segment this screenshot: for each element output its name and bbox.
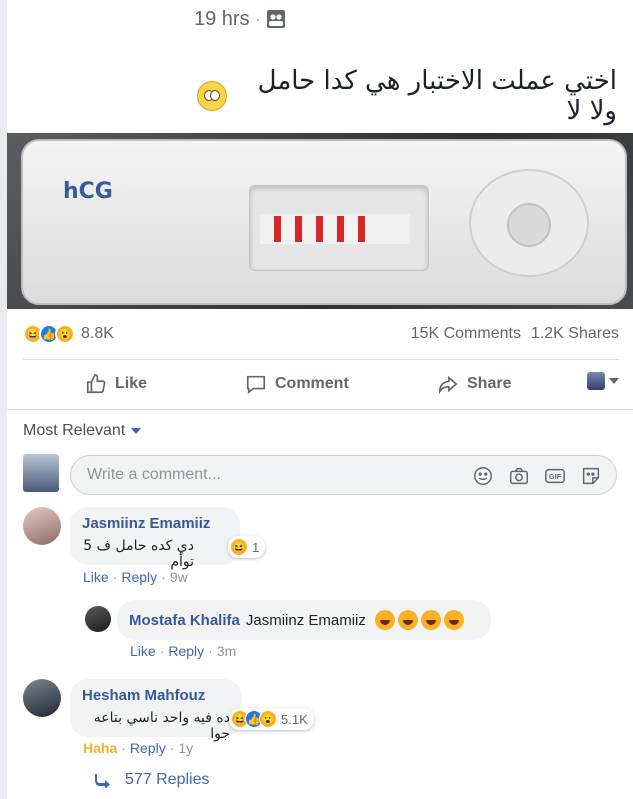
comment-reply-link[interactable]: Reply — [121, 569, 157, 585]
divider — [7, 409, 633, 410]
replies-count: 577 Replies — [125, 771, 210, 788]
test-line — [295, 216, 302, 242]
test-line — [337, 216, 344, 242]
chevron-down-icon — [609, 378, 619, 384]
comment-time[interactable]: 3m — [217, 643, 236, 659]
wow-icon: 😮 — [55, 324, 75, 344]
thumbs-up-icon — [86, 374, 106, 394]
comment-input-placeholder: Write a comment... — [87, 466, 221, 483]
avatar[interactable] — [85, 606, 111, 632]
comment-author[interactable]: Mostafa Khalifa — [129, 612, 240, 629]
comment-text: ده فيه واحد ناسي بتاعه جوا — [93, 710, 230, 742]
comment-reply-link[interactable]: Reply — [130, 740, 166, 756]
post-stats: 😆 👍 😮 8.8K 15K Comments 1.2K Shares — [23, 320, 619, 348]
test-line — [274, 216, 281, 242]
post-meta: 19 hrs · — [194, 6, 286, 32]
test-result-window — [249, 185, 429, 271]
svg-text:GIF: GIF — [549, 472, 562, 481]
page-avatar — [587, 372, 605, 390]
sample-well — [469, 169, 589, 277]
reply-arrow-icon — [95, 774, 110, 788]
comments-count-link[interactable]: 15K Comments — [411, 325, 521, 343]
sort-label: Most Relevant — [23, 422, 126, 439]
comment-reaction-badge[interactable]: 😆 1 — [228, 536, 266, 558]
comment-reaction-count: 5.1K — [281, 711, 308, 727]
comment-like-link[interactable]: Like — [130, 643, 156, 659]
post-actions: Like Comment Share — [23, 362, 619, 406]
test-line — [358, 216, 365, 242]
post-photo[interactable]: hCG — [7, 133, 633, 309]
comment-button[interactable]: Comment — [245, 362, 349, 406]
post-text: اختي عملت الاختبار هي كدا حامل ولا لا — [197, 66, 617, 126]
comment-icon — [246, 375, 266, 394]
comment-actions: Like · Reply · 3m — [130, 643, 237, 659]
comment-reaction-badge[interactable]: 😆 👍 😮 5.1K — [229, 708, 314, 730]
post-message: اختي عملت الاختبار هي كدا حامل ولا لا — [257, 66, 617, 126]
share-arrow-icon — [438, 375, 458, 395]
group-audience-icon[interactable] — [266, 9, 286, 29]
comment-author[interactable]: Jasmiinz Emamiiz — [82, 515, 228, 532]
chevron-down-icon — [131, 428, 142, 434]
wow-icon: 😮 — [259, 710, 277, 728]
shares-count-link[interactable]: 1.2K Shares — [531, 325, 619, 343]
comment-like-link[interactable]: Like — [83, 569, 109, 585]
comment-input[interactable]: Write a comment... GIF — [70, 455, 617, 495]
camera-icon[interactable] — [508, 465, 530, 487]
comment-label: Comment — [275, 375, 349, 392]
comment-bubble: Jasmiinz Emamiiz دي كده حامل ف 5 توأم — [70, 507, 240, 570]
avatar[interactable] — [23, 507, 61, 545]
like-label: Like — [115, 375, 148, 392]
face-with-rolling-eyes-emoji — [197, 81, 227, 111]
meta-separator: · — [255, 11, 261, 27]
comment-author[interactable]: Hesham Mahfouz — [82, 687, 230, 704]
gif-icon[interactable]: GIF — [544, 465, 566, 487]
comment-actions: Haha · Reply · 1y — [83, 740, 194, 756]
comment-reaction-count: 1 — [252, 539, 260, 555]
comment-bubble: Hesham Mahfouz ده فيه واحد ناسي بتاعه جو… — [70, 679, 242, 742]
post-time[interactable]: 19 hrs — [194, 8, 250, 31]
comment-actions: Like · Reply · 9w — [83, 569, 188, 585]
view-replies-link[interactable]: 577 Replies — [95, 771, 210, 789]
haha-icon: 😆 — [230, 538, 248, 556]
avatar[interactable] — [23, 454, 59, 492]
like-button[interactable]: Like — [85, 362, 147, 406]
post-card: 19 hrs · اختي عملت الاختبار هي كدا حامل … — [7, 0, 633, 799]
avatar[interactable] — [23, 679, 61, 717]
reaction-summary[interactable]: 😆 👍 😮 8.8K — [23, 324, 114, 344]
comment-text[interactable]: Jasmiinz Emamiiz — [246, 612, 366, 629]
test-strip — [260, 214, 410, 244]
comment-sort-dropdown[interactable]: Most Relevant — [23, 422, 142, 440]
emoji-icon[interactable] — [472, 465, 494, 487]
comment-time[interactable]: 9w — [170, 569, 188, 585]
reaction-count: 8.8K — [81, 325, 114, 342]
comment-time[interactable]: 1y — [178, 740, 193, 756]
share-label: Share — [467, 375, 512, 392]
sticker-icon[interactable] — [580, 465, 602, 487]
tears-of-joy-emoji-group — [372, 610, 464, 630]
divider — [23, 359, 619, 360]
comment-bubble: Mostafa Khalifa Jasmiinz Emamiiz — [117, 600, 491, 640]
test-brand-label: hCG — [63, 179, 113, 204]
share-button[interactable]: Share — [437, 362, 511, 406]
post-as-selector[interactable] — [587, 372, 619, 390]
comment-reply-link[interactable]: Reply — [168, 643, 204, 659]
comment-haha-link[interactable]: Haha — [83, 740, 117, 756]
comment-text: دي كده حامل ف 5 توأم — [83, 538, 194, 570]
test-line — [316, 216, 323, 242]
pregnancy-test-device: hCG — [21, 139, 627, 305]
